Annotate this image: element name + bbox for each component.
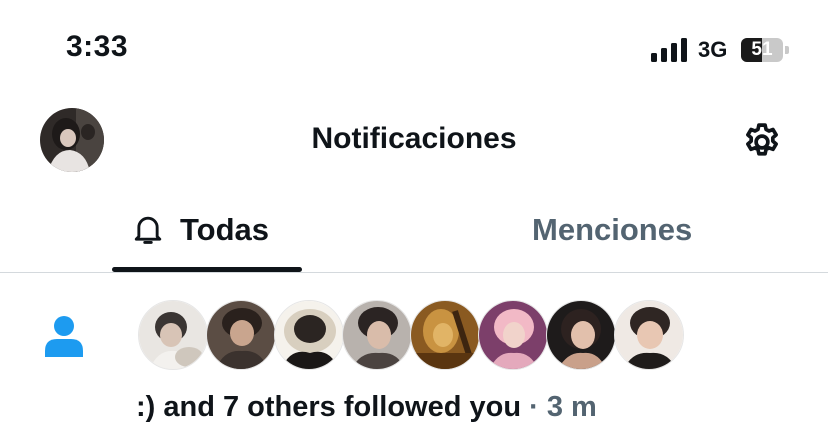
notification-item[interactable]: :) and 7 others followed you · 3 m xyxy=(0,273,828,448)
notification-separator: · xyxy=(529,391,539,423)
follower-avatar[interactable] xyxy=(274,300,344,370)
notification-tabs: Todas Menciones xyxy=(0,190,828,272)
notification-time: 3 m xyxy=(546,391,597,423)
follower-avatar[interactable] xyxy=(206,300,276,370)
follower-avatar[interactable] xyxy=(614,300,684,370)
top-header: Notificaciones xyxy=(0,100,828,184)
network-type: 3G xyxy=(698,37,728,62)
tab-mentions-label: Menciones xyxy=(532,212,693,247)
gear-icon xyxy=(746,123,778,156)
page-title: Notificaciones xyxy=(311,122,517,155)
status-time: 3:33 xyxy=(66,30,129,63)
signal-strength-icon xyxy=(651,38,687,62)
follower-avatar[interactable] xyxy=(546,300,616,370)
follower-avatar[interactable] xyxy=(410,300,480,370)
notification-text: :) and 7 others followed you · 3 m xyxy=(136,391,597,424)
settings-button[interactable] xyxy=(740,120,784,164)
tab-mentions[interactable]: Menciones xyxy=(414,190,828,270)
follower-avatar[interactable] xyxy=(342,300,412,370)
notification-message: :) and 7 others followed you xyxy=(136,391,522,423)
battery-level: 51 xyxy=(751,39,773,60)
bell-icon xyxy=(134,216,162,244)
follower-avatar[interactable] xyxy=(478,300,548,370)
tab-all-label: Todas xyxy=(180,212,269,247)
person-icon xyxy=(45,316,83,357)
tab-all[interactable]: Todas xyxy=(0,190,414,272)
follower-avatar[interactable] xyxy=(138,300,208,370)
battery-icon: 51 xyxy=(741,38,789,62)
status-bar: 3:33 3G 51 xyxy=(0,0,828,100)
